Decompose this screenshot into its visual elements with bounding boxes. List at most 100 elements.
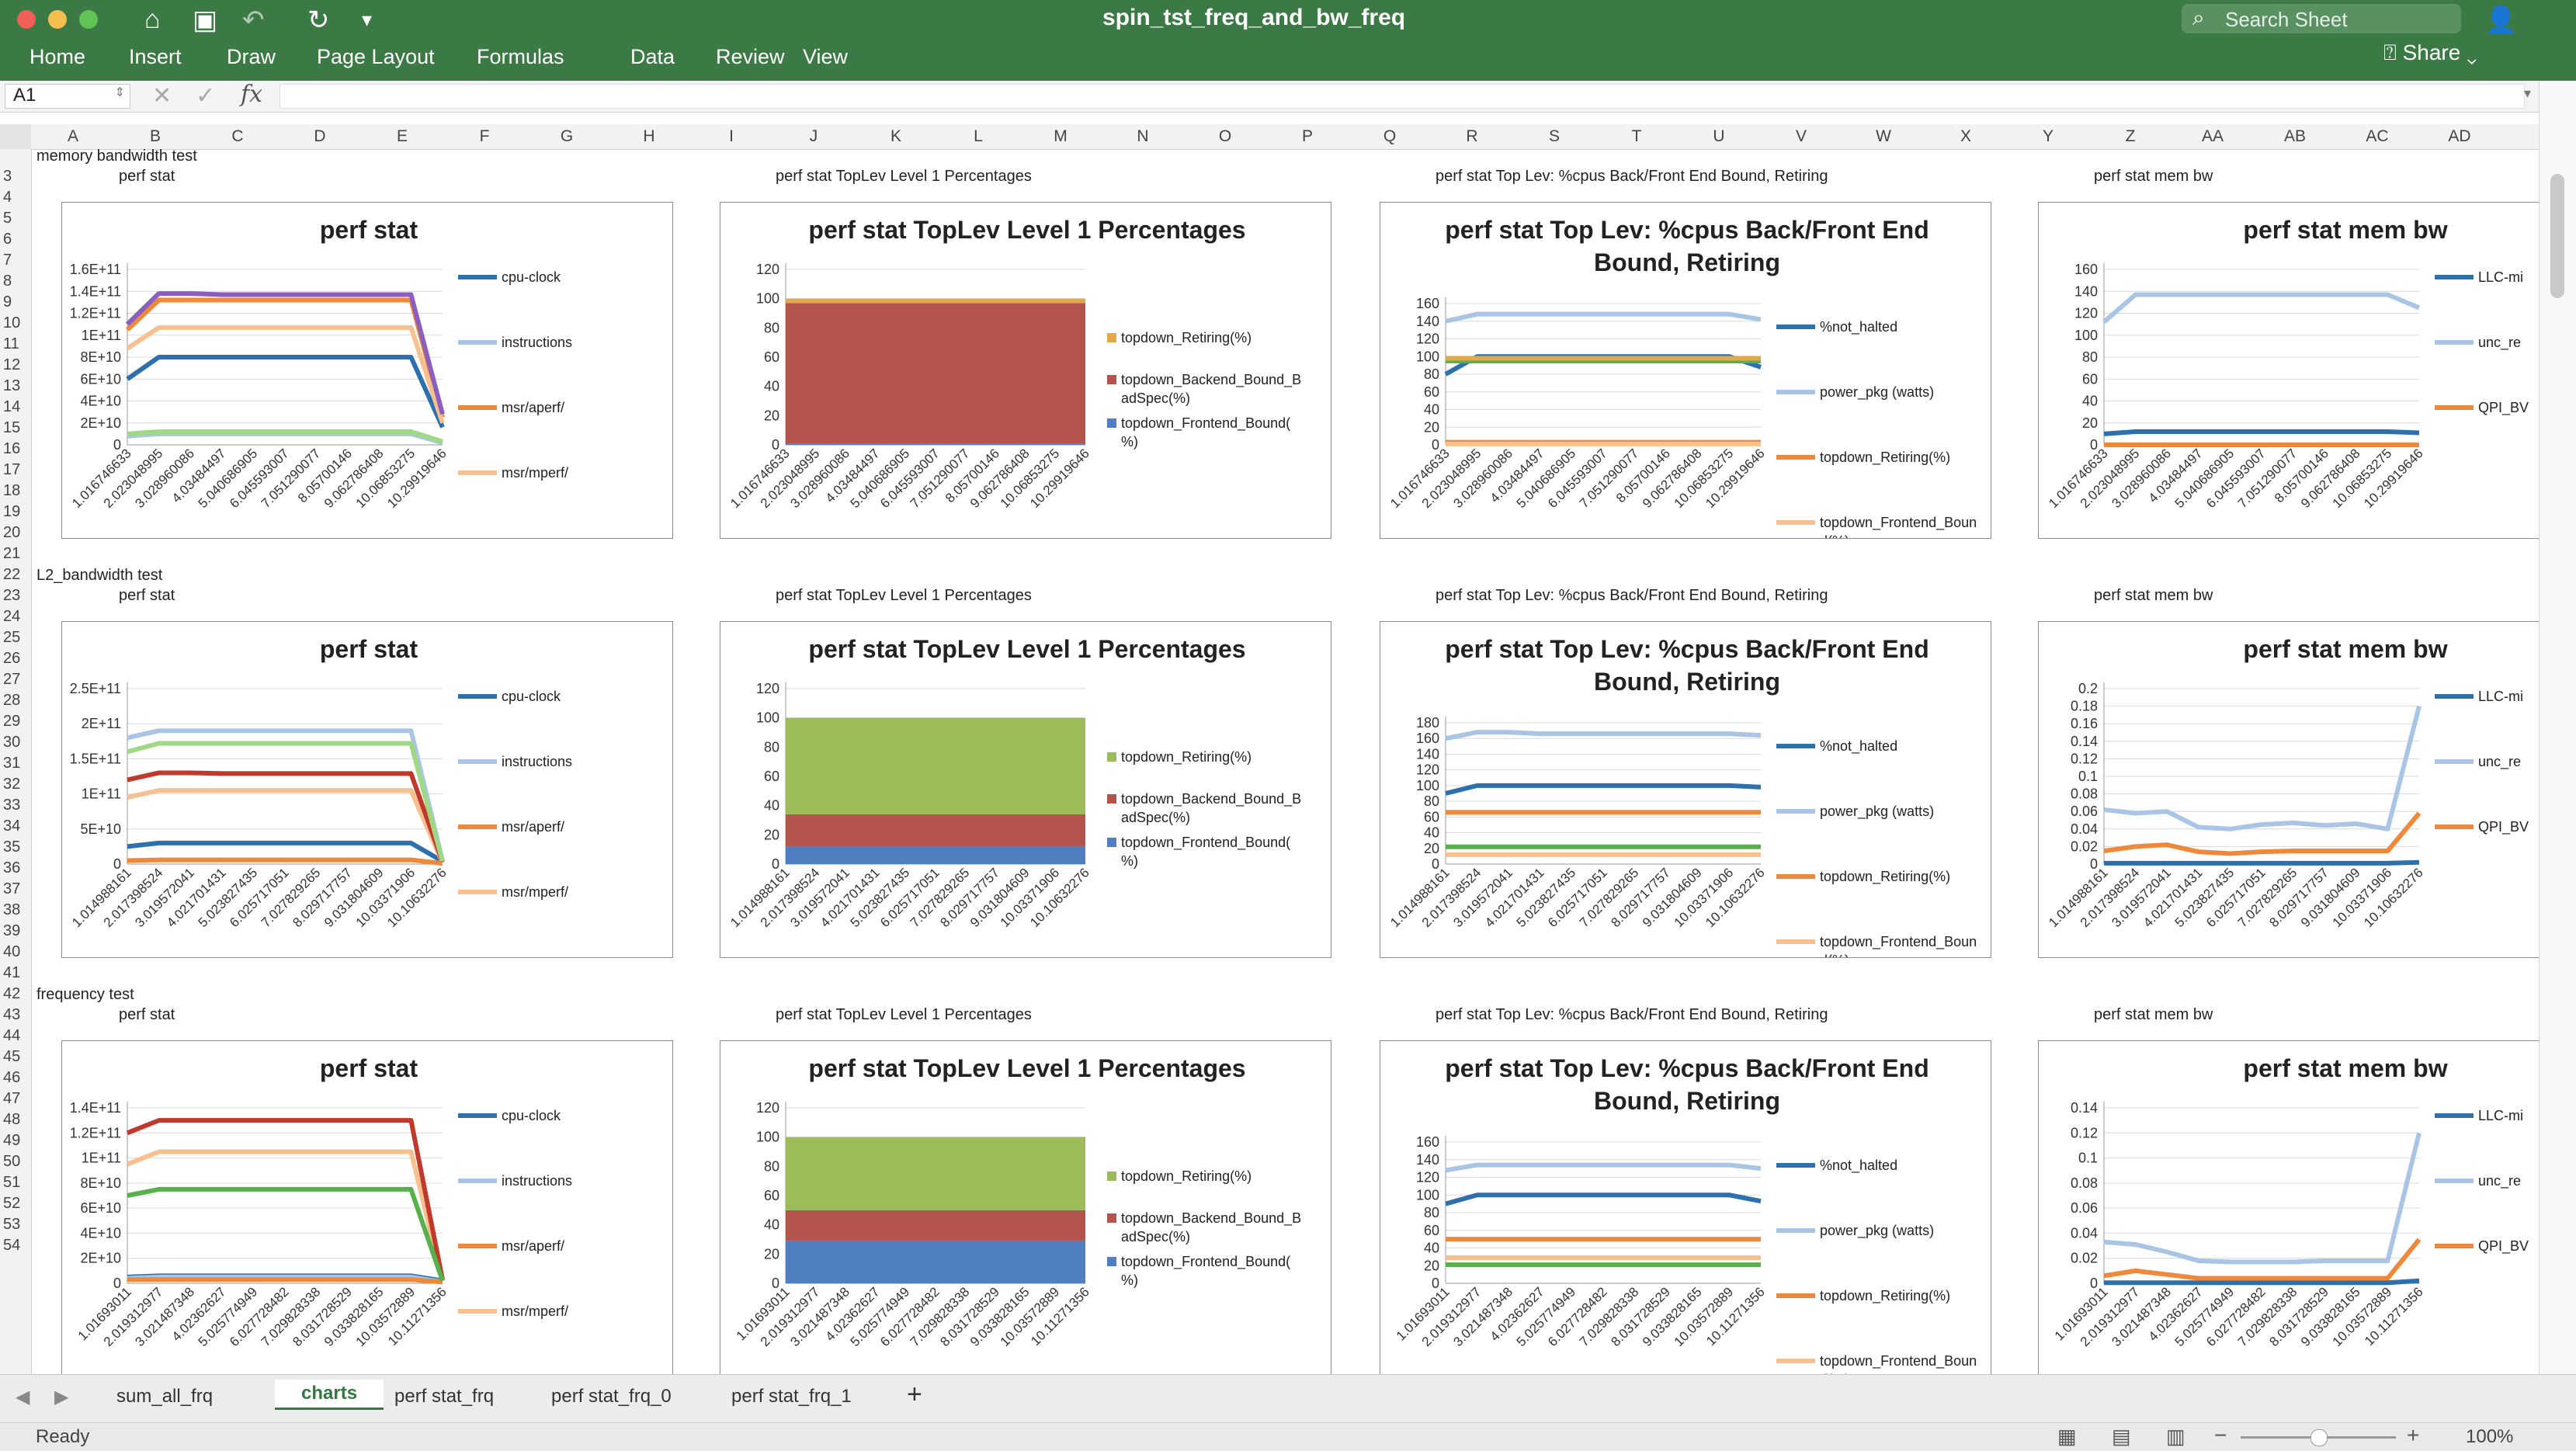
column-header[interactable]: H <box>643 127 654 146</box>
vertical-scrollbar[interactable] <box>2539 81 2576 1374</box>
name-box[interactable]: A1 ⇕ <box>5 84 130 109</box>
row-header[interactable]: 20 <box>3 524 20 542</box>
column-header[interactable]: G <box>561 127 573 146</box>
row-header[interactable]: 37 <box>3 880 20 898</box>
row-header[interactable]: 35 <box>3 838 20 856</box>
chart[interactable]: perf stat TopLev Level 1 Percentages 0 20 4… <box>720 1040 1331 1377</box>
row-header[interactable]: 52 <box>3 1195 20 1213</box>
next-sheet-icon[interactable]: ▶ <box>54 1386 68 1408</box>
column-header[interactable]: I <box>729 127 734 146</box>
row-header[interactable]: 22 <box>3 566 20 584</box>
column-header[interactable]: AD <box>2448 127 2470 146</box>
ribbon-tab-insert[interactable]: Insert <box>129 45 182 69</box>
row-header[interactable]: 23 <box>3 587 20 605</box>
sheet-grid[interactable]: memory bandwidth test perf stat perf stat … <box>32 148 2576 1377</box>
row-header[interactable]: 9 <box>3 293 12 311</box>
chart[interactable]: perf stat TopLev Level 1 Percentages 0 20 4… <box>720 621 1331 958</box>
row-header[interactable]: 5 <box>3 210 12 227</box>
column-header[interactable]: Z <box>2126 127 2136 146</box>
column-header[interactable]: AB <box>2284 127 2306 146</box>
ribbon-tab-home[interactable]: Home <box>30 45 85 69</box>
row-header[interactable]: 18 <box>3 482 20 500</box>
chart[interactable]: perf stat TopLev Level 1 Percentages 0 20 4… <box>720 202 1331 539</box>
row-header[interactable]: 44 <box>3 1027 20 1045</box>
row-header[interactable]: 45 <box>3 1048 20 1066</box>
row-header[interactable]: 16 <box>3 440 20 458</box>
column-header[interactable]: F <box>480 127 490 146</box>
search-sheet-input[interactable]: ⌕ Search Sheet <box>2182 4 2461 33</box>
ribbon-tab-review[interactable]: Review <box>716 45 785 69</box>
row-header[interactable]: 33 <box>3 797 20 814</box>
column-header[interactable]: X <box>1960 127 1971 146</box>
row-header[interactable]: 51 <box>3 1174 20 1192</box>
column-header[interactable]: U <box>1713 127 1724 146</box>
chart[interactable]: perf stat mem bw 0 0.02 0.04 0.06 0.08 0.1 0.12… <box>2038 621 2576 958</box>
row-header[interactable]: 6 <box>3 231 12 248</box>
chart[interactable]: perf stat 0 5E+10 1E+11 1.5E+11 2E+11 2.5E+11 1… <box>61 621 673 958</box>
row-header[interactable]: 10 <box>3 314 20 332</box>
row-header[interactable]: 47 <box>3 1090 20 1108</box>
function-icon[interactable]: fx <box>241 81 262 108</box>
share-button[interactable]: ⍰ Share ⌄ <box>2383 40 2477 66</box>
column-header[interactable]: Y <box>2043 127 2054 146</box>
zoom-in-icon[interactable]: + <box>2407 1423 2419 1448</box>
row-header[interactable]: 15 <box>3 419 20 437</box>
row-header[interactable]: 31 <box>3 755 20 772</box>
chart[interactable]: perf stat Top Lev: %cpus Back/Front End B… <box>1380 621 1991 958</box>
row-header[interactable]: 38 <box>3 901 20 919</box>
row-header[interactable]: 12 <box>3 356 20 374</box>
column-header[interactable]: A <box>68 127 78 146</box>
column-header[interactable]: Q <box>1383 127 1396 146</box>
redo-icon[interactable]: ↻ <box>307 5 330 36</box>
zoom-slider-handle[interactable] <box>2310 1429 2328 1446</box>
row-header[interactable]: 36 <box>3 859 20 877</box>
row-header[interactable]: 4 <box>3 189 12 207</box>
ribbon-tab-formulas[interactable]: Formulas <box>477 45 564 69</box>
prev-sheet-icon[interactable]: ◀ <box>16 1386 30 1408</box>
row-header[interactable]: 24 <box>3 608 20 626</box>
column-header[interactable]: S <box>1549 127 1560 146</box>
row-header[interactable]: 49 <box>3 1132 20 1150</box>
column-header[interactable]: C <box>231 127 243 146</box>
select-all-corner[interactable] <box>0 124 31 149</box>
row-header[interactable]: 50 <box>3 1153 20 1171</box>
scroll-thumb[interactable] <box>2550 174 2564 298</box>
chart[interactable]: perf stat mem bw 0 0.02 0.04 0.06 0.08 0.1 0.12… <box>2038 1040 2576 1377</box>
row-header[interactable]: 39 <box>3 922 20 940</box>
row-header[interactable]: 29 <box>3 713 20 731</box>
chart[interactable]: perf stat 0 2E+10 4E+10 6E+10 8E+10 1E+11 1.2E+… <box>61 1040 673 1377</box>
row-header[interactable]: 40 <box>3 943 20 961</box>
column-header[interactable]: T <box>1632 127 1642 146</box>
row-header[interactable]: 8 <box>3 272 12 290</box>
row-header[interactable]: 7 <box>3 252 12 269</box>
column-header[interactable]: K <box>890 127 901 146</box>
ribbon-tab-view[interactable]: View <box>803 45 848 69</box>
column-header[interactable]: M <box>1054 127 1068 146</box>
sheet-tab[interactable]: perf stat_frq_1 <box>731 1386 852 1408</box>
column-header[interactable]: AC <box>2366 127 2388 146</box>
column-header[interactable]: V <box>1796 127 1807 146</box>
chart[interactable]: perf stat 0 2E+10 4E+10 6E+10 8E+10 1E+11 1.2E+… <box>61 202 673 539</box>
row-header[interactable]: 13 <box>3 377 20 395</box>
row-header[interactable]: 53 <box>3 1216 20 1234</box>
minimize-window-button[interactable] <box>48 10 67 29</box>
zoom-out-icon[interactable]: − <box>2214 1423 2227 1448</box>
row-header[interactable]: 27 <box>3 671 20 689</box>
row-header[interactable]: 11 <box>3 335 19 353</box>
row-header[interactable]: 17 <box>3 461 20 479</box>
column-header[interactable]: N <box>1137 127 1148 146</box>
chart[interactable]: perf stat mem bw 0 20 40 60 80 100 120 140 160 1.0… <box>2038 202 2576 539</box>
column-header[interactable]: O <box>1219 127 1231 146</box>
column-header[interactable]: B <box>150 127 161 146</box>
home-icon[interactable]: ⌂ <box>144 5 161 35</box>
column-header[interactable]: D <box>314 127 325 146</box>
row-header[interactable]: 42 <box>3 985 20 1003</box>
chart[interactable]: perf stat Top Lev: %cpus Back/Front End B… <box>1380 202 1991 539</box>
row-header[interactable]: 30 <box>3 734 20 752</box>
column-header[interactable]: P <box>1302 127 1313 146</box>
row-header[interactable]: 26 <box>3 650 20 668</box>
row-header[interactable]: 41 <box>3 964 20 982</box>
row-header[interactable]: 28 <box>3 692 20 710</box>
row-header[interactable]: 54 <box>3 1237 20 1255</box>
row-header[interactable]: 3 <box>3 168 12 186</box>
